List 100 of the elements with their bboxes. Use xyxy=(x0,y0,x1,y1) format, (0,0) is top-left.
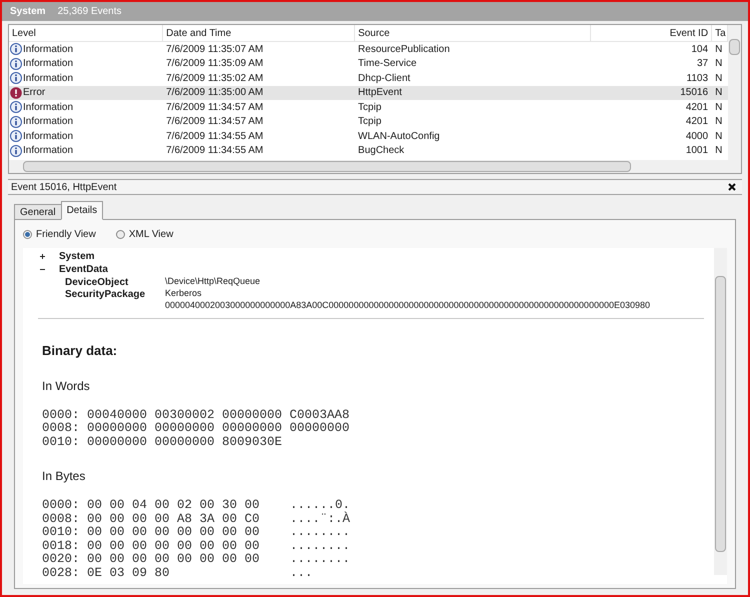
scroll-thumb[interactable] xyxy=(715,276,726,552)
event-row[interactable]: Information 7/6/2009 11:34:57 AM Tcpip 4201 N xyxy=(9,100,728,114)
info-icon xyxy=(10,72,22,84)
field-value: Kerberos xyxy=(165,287,202,300)
event-id-cell-text: 4000 xyxy=(684,130,710,144)
event-id-cell-text: 15016 xyxy=(679,86,710,100)
source-cell-text: HttpEvent xyxy=(357,86,403,100)
event-row[interactable]: Information 7/6/2009 11:34:55 AM WLAN-AutoConfig 4000 N xyxy=(9,129,728,144)
bytes-title: In Bytes xyxy=(41,468,86,485)
info-icon xyxy=(10,144,22,157)
close-icon[interactable] xyxy=(728,183,736,191)
event-row[interactable]: Information 7/6/2009 11:35:02 AM Dhcp-Client 1103 N xyxy=(9,71,728,86)
task-cell-text: N xyxy=(714,100,724,115)
detail-tab[interactable]: General xyxy=(14,204,62,220)
detail-tab[interactable]: Details xyxy=(60,201,104,220)
radio-icon[interactable] xyxy=(116,230,125,238)
binary-title: Binary data: xyxy=(41,342,118,360)
info-icon xyxy=(10,116,22,128)
field-name: DeviceObject xyxy=(65,276,128,288)
tree-node[interactable]: EventData xyxy=(59,262,108,277)
source-cell-text: ResourcePublication xyxy=(357,42,451,57)
event-id-cell-text: 37 xyxy=(696,57,710,72)
horizontal-scrollbar[interactable] xyxy=(9,160,728,173)
info-icon xyxy=(10,101,22,114)
hex-line: 0008: 00000000 00000000 00000000 00000000 xyxy=(42,422,351,436)
event-id-cell-text: 1001 xyxy=(684,144,710,158)
task-cell-text: N xyxy=(714,115,724,130)
date-cell-text: 7/6/2009 11:34:55 AM xyxy=(165,144,264,158)
task-cell-text: N xyxy=(714,144,724,158)
info-icon xyxy=(10,58,22,70)
source-cell-text: BugCheck xyxy=(357,144,406,158)
tree-node[interactable]: System xyxy=(59,249,95,264)
event-id-cell-text: 4201 xyxy=(684,100,710,115)
column-header[interactable]: Date and Time xyxy=(163,25,356,41)
radio-icon[interactable] xyxy=(23,230,32,238)
ascii-text: ....¨:.À xyxy=(290,512,350,526)
scroll-thumb[interactable] xyxy=(23,161,631,172)
log-name: System xyxy=(10,5,46,19)
event-row[interactable]: Information 7/6/2009 11:35:09 AM Time-Service 37 N xyxy=(9,56,728,71)
plus-icon[interactable] xyxy=(40,254,45,259)
hex-bytes: 0010: 00 00 00 00 00 00 00 00 xyxy=(42,526,261,540)
minus-icon[interactable] xyxy=(40,267,45,272)
task-cell-text: N xyxy=(714,86,724,100)
info-icon xyxy=(10,130,22,142)
field-name: SecurityPackage xyxy=(65,288,146,300)
view-radio[interactable]: XML View xyxy=(116,226,174,242)
date-cell-text: 7/6/2009 11:35:07 AM xyxy=(165,42,264,57)
hex-bytes: 0008: 00 00 00 00 A8 3A 00 C0 xyxy=(42,512,261,526)
level-text: Information xyxy=(23,144,74,158)
date-cell-text: 7/6/2009 11:34:57 AM xyxy=(165,100,264,115)
ascii-text: ........ xyxy=(290,526,350,540)
source-cell-text: Dhcp-Client xyxy=(357,72,412,86)
level-text: Information xyxy=(23,100,74,115)
date-cell-text: 7/6/2009 11:34:57 AM xyxy=(165,115,264,130)
event-row[interactable]: Information 7/6/2009 11:34:55 AM BugCheck 1001 N xyxy=(9,144,728,158)
info-icon xyxy=(10,43,22,56)
ascii-text: ........ xyxy=(290,540,350,554)
hex-bytes: 0018: 00 00 00 00 00 00 00 00 xyxy=(42,540,261,554)
ascii-text: ......0. xyxy=(290,499,350,512)
event-row[interactable]: Error 7/6/2009 11:35:00 AM HttpEvent 15016 N xyxy=(9,86,728,100)
source-cell-text: Tcpip xyxy=(357,115,382,130)
level-text: Information xyxy=(23,115,74,130)
column-header[interactable]: Level xyxy=(9,25,164,41)
event-id-cell-text: 4201 xyxy=(684,115,710,130)
vertical-scrollbar[interactable] xyxy=(728,25,741,173)
scroll-thumb[interactable] xyxy=(729,39,740,55)
date-cell-text: 7/6/2009 11:34:55 AM xyxy=(165,130,264,144)
ascii-text: ........ xyxy=(290,553,350,567)
event-row[interactable]: Information 7/6/2009 11:35:07 AM ResourcePublication 104 N xyxy=(9,42,728,56)
event-id-cell-text: 1103 xyxy=(686,72,710,86)
hex-line: 0000: 00040000 00300002 00000000 C0003AA8 xyxy=(42,408,351,422)
date-cell-text: 7/6/2009 11:35:09 AM xyxy=(165,57,264,72)
level-text: Information xyxy=(23,130,74,144)
level-text: Error xyxy=(23,86,46,100)
event-title: Event 15016, HttpEvent xyxy=(11,180,117,194)
field-value: \Device\Http\ReqQueue xyxy=(165,275,260,288)
hex-line: 0010: 00000000 00000000 8009030E xyxy=(42,436,284,449)
vertical-scrollbar[interactable] xyxy=(714,248,727,575)
view-radio[interactable]: Friendly View xyxy=(23,226,96,242)
words-title: In Words xyxy=(41,378,91,394)
date-cell-text: 7/6/2009 11:35:02 AM xyxy=(165,72,264,86)
date-cell-text: 7/6/2009 11:35:00 AM xyxy=(165,86,264,100)
column-header[interactable]: Source xyxy=(355,25,591,41)
hex-bytes: 0000: 00 00 04 00 02 00 30 00 xyxy=(42,499,261,513)
hex-bytes: 0028: 0E 03 09 80 xyxy=(42,566,171,581)
event-row[interactable]: Information 7/6/2009 11:34:57 AM Tcpip 4201 N xyxy=(9,114,728,129)
event-count: 25,369 Events xyxy=(58,5,122,19)
task-cell-text: N xyxy=(714,130,724,144)
field-value: 0000040002003000000000000A83A00C000000000000000000000000000000000000000000000000000000000E030980 xyxy=(165,299,650,312)
task-cell-text: N xyxy=(714,72,724,86)
event-id-cell-text: 104 xyxy=(690,42,710,57)
level-text: Information xyxy=(23,42,74,57)
column-header[interactable]: Event ID xyxy=(590,25,712,41)
source-cell-text: Tcpip xyxy=(357,100,382,115)
hex-bytes: 0020: 00 00 00 00 00 00 00 00 xyxy=(42,553,261,567)
source-cell-text: Time-Service xyxy=(357,57,418,72)
task-cell-text: N xyxy=(714,42,724,57)
level-text: Information xyxy=(23,72,74,86)
task-cell-text: N xyxy=(714,57,724,72)
level-text: Information xyxy=(23,57,74,72)
